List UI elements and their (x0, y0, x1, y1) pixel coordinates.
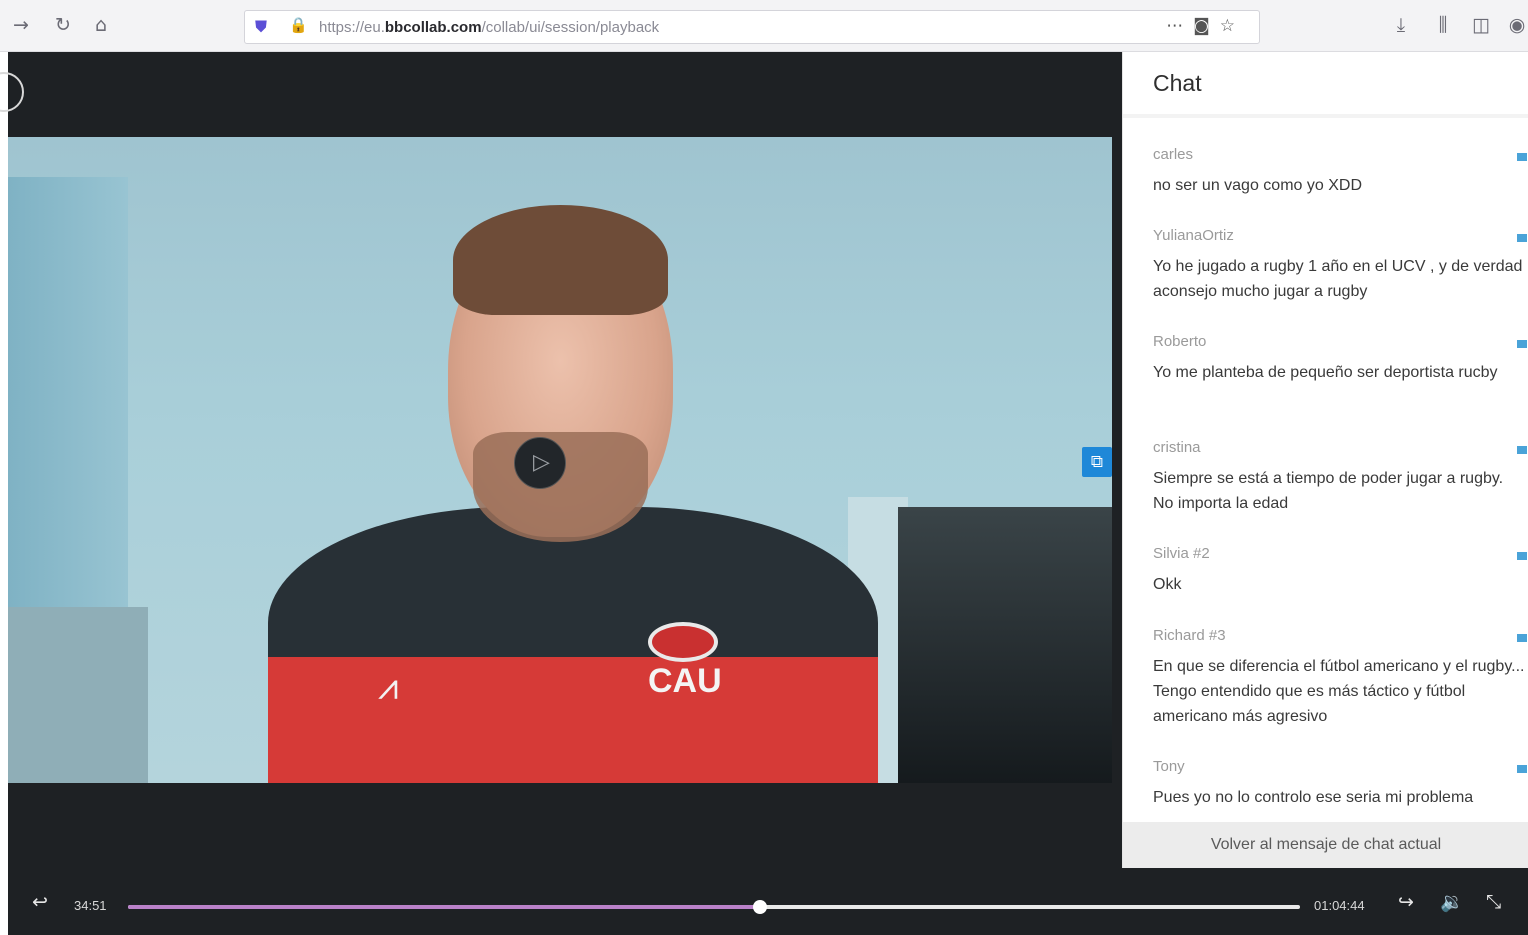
chat-flag-icon[interactable] (1517, 446, 1527, 454)
chat-message: Richard #3 En que se diferencia el fútbo… (1153, 627, 1525, 729)
cau-logo-icon (648, 622, 718, 662)
chat-message: Silvia #2 Okk (1153, 545, 1525, 597)
home-icon[interactable]: ⌂ (90, 14, 112, 36)
chat-author: Silvia #2 (1153, 545, 1210, 562)
picture-in-picture-button[interactable]: ⧉ (1082, 447, 1112, 477)
presenter-shirt (268, 507, 878, 783)
chat-text: Okk (1153, 576, 1182, 593)
chat-flag-icon[interactable] (1517, 153, 1527, 161)
kappa-logo: ⩘ (378, 667, 399, 708)
presenter-hair (453, 205, 668, 315)
chat-text: Yo he jugado a rugby 1 año en el UCV , y… (1153, 258, 1523, 300)
progress-track[interactable] (128, 900, 1300, 914)
play-icon: ▷ (533, 450, 550, 475)
chat-author: cristina (1153, 439, 1201, 456)
star-icon[interactable]: ☆ (1220, 16, 1245, 36)
cau-logo-text: CAU (648, 662, 722, 700)
total-time: 01:04:44 (1314, 898, 1365, 913)
current-time: 34:51 (74, 898, 107, 913)
chat-flag-icon[interactable] (1517, 765, 1527, 773)
background-shelf (8, 607, 148, 783)
chat-divider (1123, 114, 1528, 118)
sidebar-icon[interactable]: ◫ (1470, 14, 1492, 36)
chat-message: cristina Siempre se está a tiempo de pod… (1153, 439, 1525, 516)
fullscreen-icon[interactable]: ⤡ (1486, 892, 1501, 912)
playback-controls: ↩ 34:51 01:04:44 ↪ 🔉 ⤡ (8, 868, 1528, 935)
video-frame[interactable]: ⩘ CAU ▷ (8, 137, 1112, 783)
chat-author: Roberto (1153, 333, 1207, 350)
chat-message: YulianaOrtiz Yo he jugado a rugby 1 año … (1153, 227, 1525, 304)
chat-message: carles no ser un vago como yo XDD (1153, 146, 1525, 198)
play-button[interactable]: ▷ (514, 437, 566, 489)
chat-message: Tony Pues yo no lo controlo ese seria mi… (1153, 758, 1525, 810)
chat-panel: Chat carles no ser un vago como yo XDD Y… (1122, 52, 1528, 868)
chat-flag-icon[interactable] (1517, 634, 1527, 642)
chat-flag-icon[interactable] (1517, 552, 1527, 560)
browser-toolbar: → ↻ ⌂ ⛊ 🔒 https://eu.bbcollab.com/collab… (0, 0, 1528, 52)
chat-title: Chat (1153, 70, 1202, 96)
account-icon[interactable]: ◉ (1506, 14, 1528, 36)
forward-icon[interactable]: ↪ (1398, 892, 1414, 912)
chat-text: Yo me planteba de pequeño ser deportista… (1153, 364, 1498, 381)
progress-thumb[interactable] (752, 900, 767, 914)
pocket-icon[interactable]: ◙ (1193, 16, 1220, 36)
chat-author: YulianaOrtiz (1153, 227, 1234, 244)
progress-fill (128, 905, 760, 909)
chat-text: Siempre se está a tiempo de poder jugar … (1153, 470, 1504, 512)
lock-icon[interactable]: 🔒 (289, 16, 308, 34)
rewind-icon[interactable]: ↩ (32, 892, 48, 912)
return-to-current-chat-button[interactable]: Volver al mensaje de chat actual (1123, 822, 1528, 868)
chat-flag-icon[interactable] (1517, 234, 1527, 242)
chat-text: En que se diferencia el fútbol americano… (1153, 658, 1525, 725)
chat-message: Roberto Yo me planteba de pequeño ser de… (1153, 333, 1525, 385)
back-arrow-icon[interactable]: → (10, 14, 32, 36)
chat-author: carles (1153, 146, 1194, 163)
download-icon[interactable]: ⤓ (1390, 14, 1412, 36)
library-icon[interactable]: ⫼ (1432, 14, 1454, 36)
more-icon[interactable]: ⋯ (1166, 16, 1193, 36)
volume-icon[interactable]: 🔉 (1440, 892, 1464, 912)
chat-text: Pues yo no lo controlo ese seria mi prob… (1153, 789, 1474, 806)
session-menu-button[interactable] (0, 72, 24, 112)
background-cabinet (898, 507, 1112, 783)
chat-text: no ser un vago como yo XDD (1153, 177, 1362, 194)
chat-author: Tony (1153, 758, 1185, 775)
chat-flag-icon[interactable] (1517, 340, 1527, 348)
url-text[interactable]: https://eu.bbcollab.com/collab/ui/sessio… (319, 19, 659, 36)
chat-author: Richard #3 (1153, 627, 1226, 644)
address-bar[interactable]: ⛊ 🔒 https://eu.bbcollab.com/collab/ui/se… (244, 10, 1260, 44)
reload-icon[interactable]: ↻ (52, 14, 74, 36)
shield-icon[interactable]: ⛊ (255, 17, 267, 37)
url-actions: ⋯◙☆ (1166, 16, 1245, 36)
